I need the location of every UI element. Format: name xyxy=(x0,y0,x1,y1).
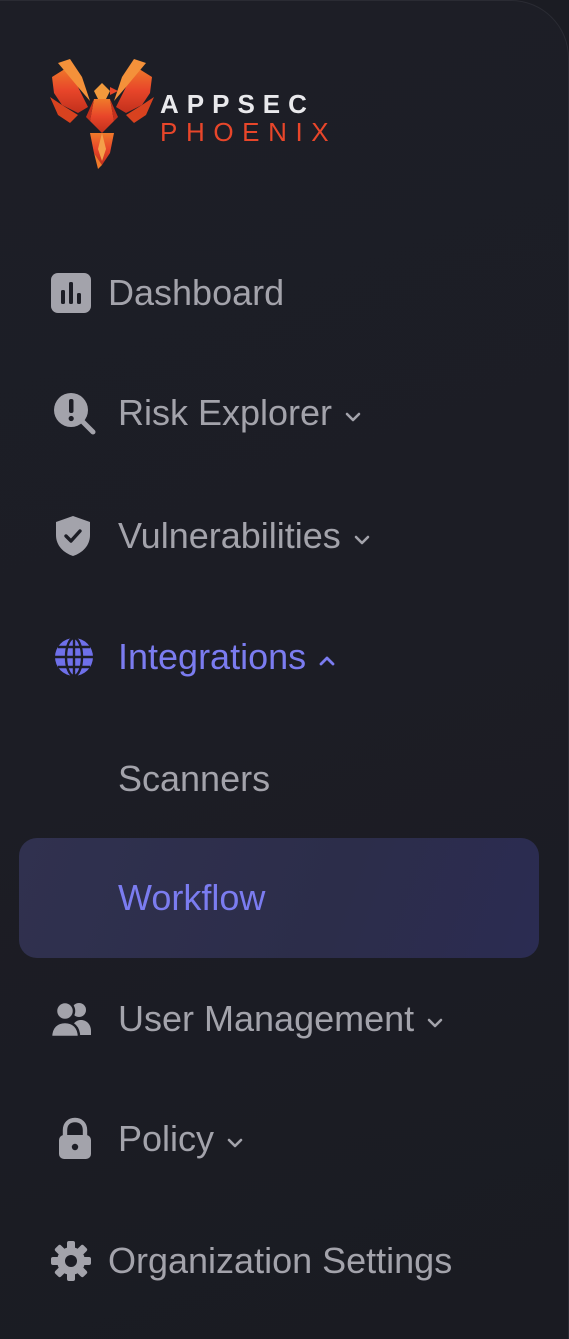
brand-name-line1: APPSEC xyxy=(160,89,315,119)
nav-item-risk-explorer[interactable]: Risk Explorer xyxy=(0,383,568,443)
chevron-down-icon[interactable] xyxy=(224,1132,246,1154)
nav-label-integrations: Integrations xyxy=(118,636,307,677)
nav-label-dashboard: Dashboard xyxy=(108,272,285,313)
brand-logo[interactable]: APPSEC PHOENIX xyxy=(48,57,348,169)
gear-icon xyxy=(49,1239,93,1283)
nav-item-dashboard[interactable]: Dashboard xyxy=(0,263,568,323)
users-icon xyxy=(49,997,93,1041)
sub-nav-item-scanners[interactable]: Scanners xyxy=(0,749,568,809)
nav-label-vulnerabilities: Vulnerabilities xyxy=(118,515,341,556)
chevron-down-icon[interactable] xyxy=(342,406,364,428)
nav-item-integrations[interactable]: Integrations xyxy=(0,627,568,687)
nav-item-vulnerabilities[interactable]: Vulnerabilities xyxy=(0,506,568,566)
nav-label-policy: Policy xyxy=(118,1118,215,1159)
phoenix-logo-icon xyxy=(50,59,154,169)
nav-label-risk-explorer: Risk Explorer xyxy=(118,392,333,433)
risk-search-icon xyxy=(52,391,96,435)
lock-icon xyxy=(53,1117,97,1161)
globe-icon xyxy=(52,635,96,679)
brand-name-line2: PHOENIX xyxy=(160,117,338,147)
nav-item-organization-settings[interactable]: Organization Settings xyxy=(0,1231,568,1291)
shield-check-icon xyxy=(51,514,95,558)
sub-nav-label-scanners: Scanners xyxy=(118,758,271,799)
sub-nav-item-workflow[interactable]: Workflow xyxy=(0,868,568,928)
chevron-down-icon[interactable] xyxy=(351,529,373,551)
sidebar: APPSEC PHOENIX Dashboard Risk Explorer V… xyxy=(0,0,569,1339)
nav-item-policy[interactable]: Policy xyxy=(0,1109,568,1169)
bar-chart-icon xyxy=(49,271,93,315)
sub-nav-label-workflow: Workflow xyxy=(118,877,266,918)
nav-item-user-management[interactable]: User Management xyxy=(0,989,568,1049)
chevron-up-icon[interactable] xyxy=(316,650,338,672)
chevron-down-icon[interactable] xyxy=(424,1012,446,1034)
nav-label-user-management: User Management xyxy=(118,998,415,1039)
nav-label-organization-settings: Organization Settings xyxy=(108,1240,453,1281)
